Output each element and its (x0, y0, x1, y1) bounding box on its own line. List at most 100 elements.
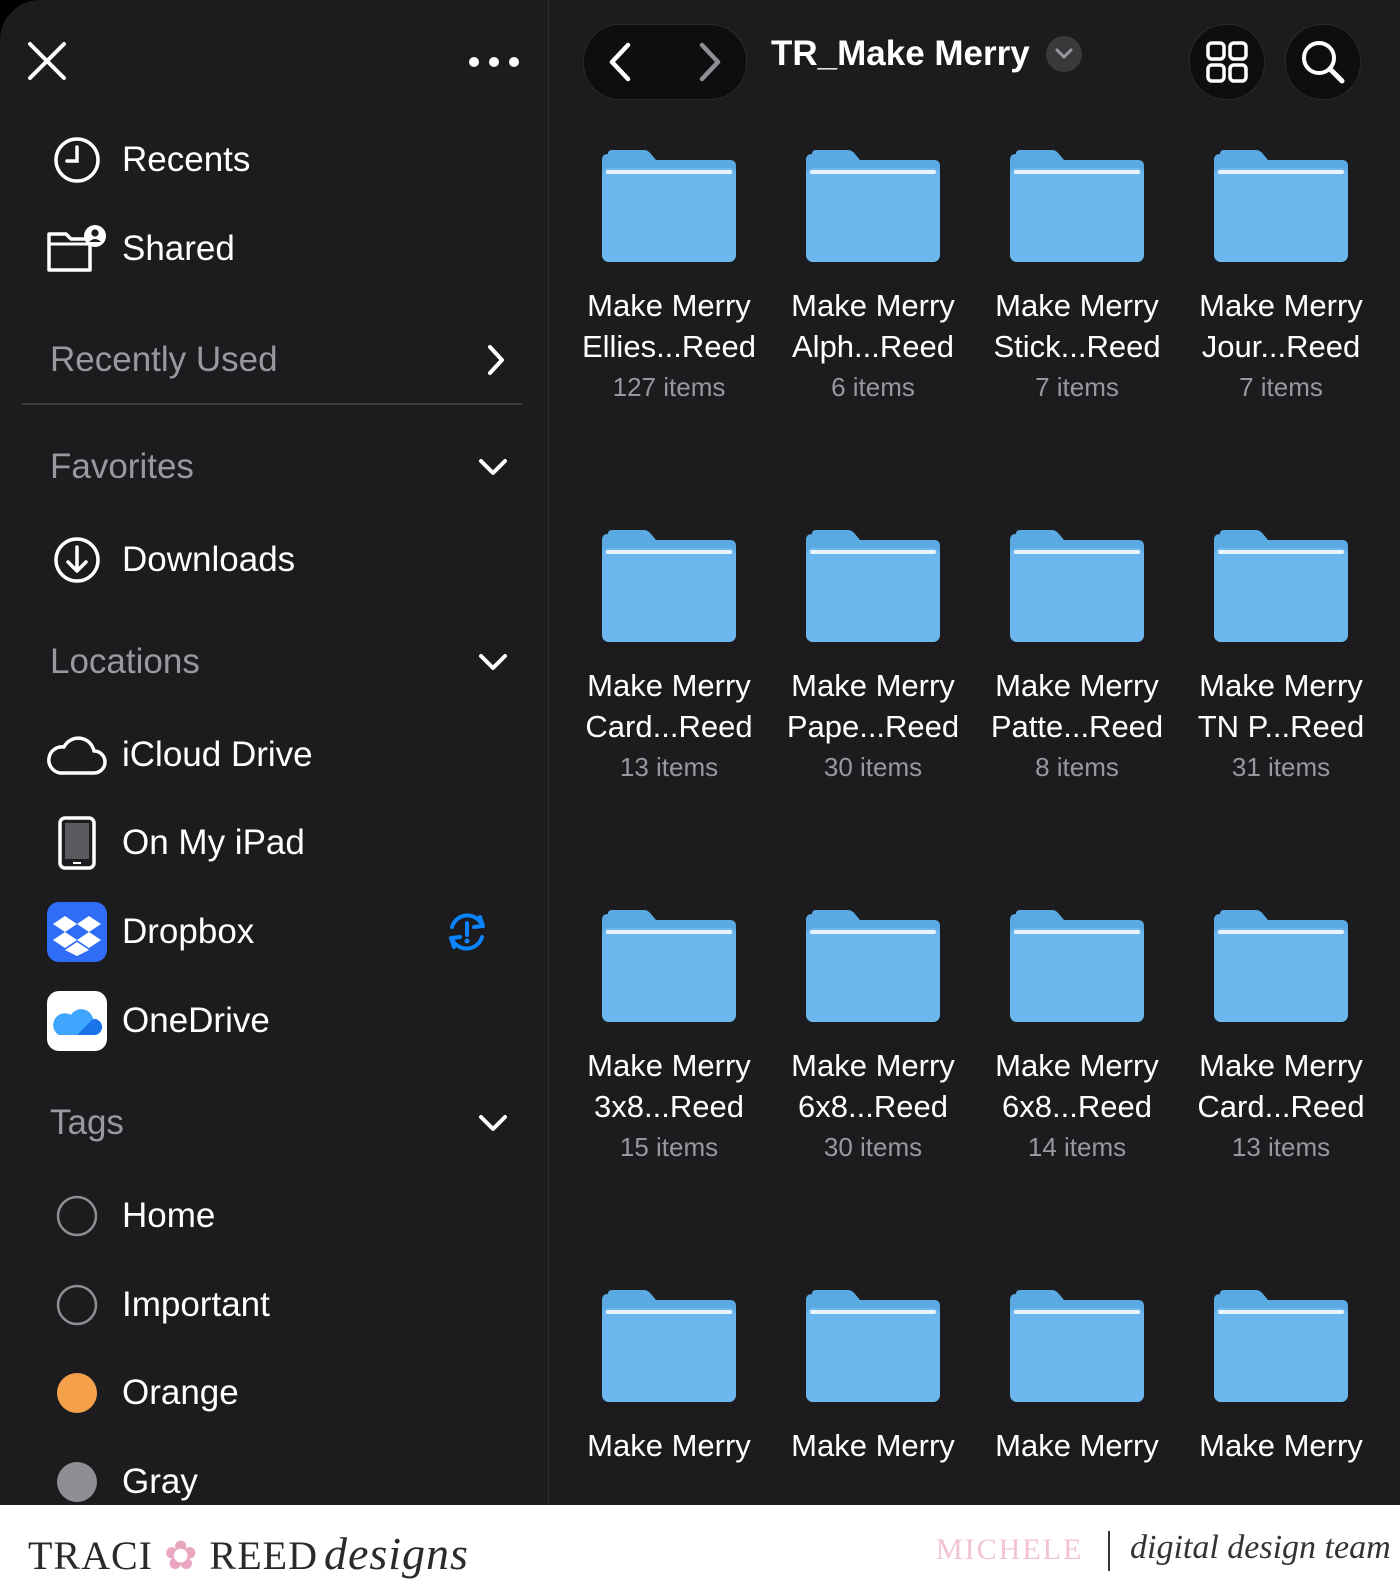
folder-item-count: 15 items (619, 1132, 719, 1162)
ipad-icon (46, 812, 108, 874)
sidebar: Recents Shared Recently Used Favorites D… (0, 0, 549, 1505)
folder-item-count: 7 items (1239, 372, 1323, 402)
designer-name: MICHELE (936, 1533, 1084, 1566)
sidebar-item-dropbox[interactable]: Dropbox (46, 897, 516, 967)
folder-item-count: 30 items (823, 1132, 923, 1162)
folder-item[interactable]: Make Merry 6x8...Reed 14 items (975, 910, 1179, 1210)
cloud-icon (46, 724, 108, 786)
tag-label: Home (122, 1196, 216, 1235)
sidebar-item-shared[interactable]: Shared (46, 214, 516, 284)
folder-name-line2: Card...Reed (585, 709, 753, 744)
folder-item[interactable]: Make Merry 6x8...Reed 30 items (771, 910, 975, 1210)
shared-folder-icon (46, 218, 108, 280)
folder-item[interactable]: Make Merry Card...Reed 13 items (1179, 910, 1383, 1210)
tags-header[interactable]: Tags (50, 1093, 510, 1153)
clock-icon (46, 129, 108, 191)
sidebar-item-label: OneDrive (122, 1001, 270, 1040)
folder-icon (1214, 1290, 1348, 1402)
folder-item-count: 14 items (1027, 1132, 1127, 1162)
folder-item[interactable]: Make Merry (1179, 1290, 1383, 1505)
folder-item-count: 31 items (1231, 752, 1331, 782)
team-label: digital design team (1130, 1529, 1391, 1566)
tag-orange[interactable]: Orange (46, 1358, 516, 1428)
folder-name-line1: Make Merry (791, 1428, 955, 1463)
tag-important[interactable]: Important (46, 1270, 516, 1340)
folder-name-line1: Make Merry (587, 1048, 751, 1083)
folder-item[interactable]: Make Merry Stick...Reed 7 items (975, 150, 1179, 450)
close-button[interactable] (26, 40, 68, 82)
folder-name-line1: Make Merry (1199, 1428, 1363, 1463)
more-button[interactable] (468, 52, 520, 72)
brand-text-left: TRACI (28, 1533, 153, 1578)
folder-name-line2: 6x8...Reed (1002, 1089, 1152, 1124)
folder-icon (602, 1290, 736, 1402)
folder-icon (1010, 530, 1144, 642)
folder-name-line1: Make Merry (995, 668, 1159, 703)
folder-name-line2: 3x8...Reed (594, 1089, 744, 1124)
tag-gray-dot-icon (46, 1451, 108, 1505)
folder-item-count: 30 items (823, 752, 923, 782)
tag-orange-dot-icon (46, 1362, 108, 1424)
favorites-header[interactable]: Favorites (50, 437, 510, 497)
folder-name-line1: Make Merry (587, 1428, 751, 1463)
tag-label: Gray (122, 1462, 198, 1501)
folder-icon (602, 910, 736, 1022)
folder-name-line1: Make Merry (995, 288, 1159, 323)
folder-icon (806, 1290, 940, 1402)
folder-name-line2: Card...Reed (1197, 1089, 1365, 1124)
section-title: Recently Used (50, 340, 278, 379)
folder-name-line1: Make Merry (995, 1048, 1159, 1083)
section-title: Tags (50, 1103, 124, 1142)
brand-text-right: REED (209, 1533, 318, 1578)
folder-item-count: 7 items (1035, 372, 1119, 402)
sidebar-item-onedrive[interactable]: OneDrive (46, 986, 516, 1056)
folder-item[interactable]: Make Merry (771, 1290, 975, 1505)
sidebar-item-recents[interactable]: Recents (46, 125, 516, 195)
sync-alert-icon[interactable] (444, 909, 490, 955)
recently-used-header[interactable]: Recently Used (50, 330, 510, 390)
sidebar-item-downloads[interactable]: Downloads (46, 525, 516, 595)
chevron-right-icon (488, 345, 504, 375)
tag-gray[interactable]: Gray (46, 1447, 516, 1505)
sidebar-item-label: Shared (122, 229, 235, 268)
folder-icon (1010, 1290, 1144, 1402)
folder-item[interactable]: Make Merry Patte...Reed 8 items (975, 530, 1179, 830)
folder-grid: Make Merry Ellies...Reed 127 items Make Mer… (549, 0, 1400, 1505)
folder-item-count: 127 items (612, 372, 726, 402)
folder-item[interactable]: Make Merry Card...Reed 13 items (567, 530, 771, 830)
folder-icon (1214, 910, 1348, 1022)
tag-home[interactable]: Home (46, 1181, 516, 1251)
folder-item-count: 6 items (831, 372, 915, 402)
sidebar-item-label: iCloud Drive (122, 735, 313, 774)
folder-icon (806, 910, 940, 1022)
folder-name-line2: Pape...Reed (786, 709, 960, 744)
folder-item[interactable]: Make Merry TN P...Reed 31 items (1179, 530, 1383, 830)
flower-icon: ✿ (153, 1533, 210, 1578)
sidebar-item-label: Dropbox (122, 912, 255, 951)
locations-header[interactable]: Locations (50, 632, 510, 692)
dropbox-icon (46, 901, 108, 963)
folder-item-count: 8 items (1035, 752, 1119, 782)
folder-name-line2: Patte...Reed (990, 709, 1164, 744)
folder-icon (602, 150, 736, 262)
folder-item[interactable]: Make Merry Ellies...Reed 127 items (567, 150, 771, 450)
folder-name-line2: Ellies...Reed (581, 329, 757, 364)
folder-name-line1: Make Merry (1199, 1048, 1363, 1083)
folder-item[interactable]: Make Merry (567, 1290, 771, 1505)
sidebar-item-on-my-ipad[interactable]: On My iPad (46, 808, 516, 878)
folder-icon (806, 150, 940, 262)
tag-circle-icon (46, 1274, 108, 1336)
chevron-down-icon (479, 654, 507, 670)
download-icon (46, 529, 108, 591)
folder-item[interactable]: Make Merry Jour...Reed 7 items (1179, 150, 1383, 450)
folder-item[interactable]: Make Merry 3x8...Reed 15 items (567, 910, 771, 1210)
tag-label: Orange (122, 1373, 239, 1412)
folder-name-line1: Make Merry (1199, 668, 1363, 703)
folder-item[interactable]: Make Merry (975, 1290, 1179, 1505)
folder-item[interactable]: Make Merry Pape...Reed 30 items (771, 530, 975, 830)
onedrive-icon (46, 990, 108, 1052)
folder-item-count: 13 items (1231, 1132, 1331, 1162)
folder-item[interactable]: Make Merry Alph...Reed 6 items (771, 150, 975, 450)
folder-name-line2: Alph...Reed (792, 329, 954, 364)
sidebar-item-icloud-drive[interactable]: iCloud Drive (46, 720, 516, 790)
